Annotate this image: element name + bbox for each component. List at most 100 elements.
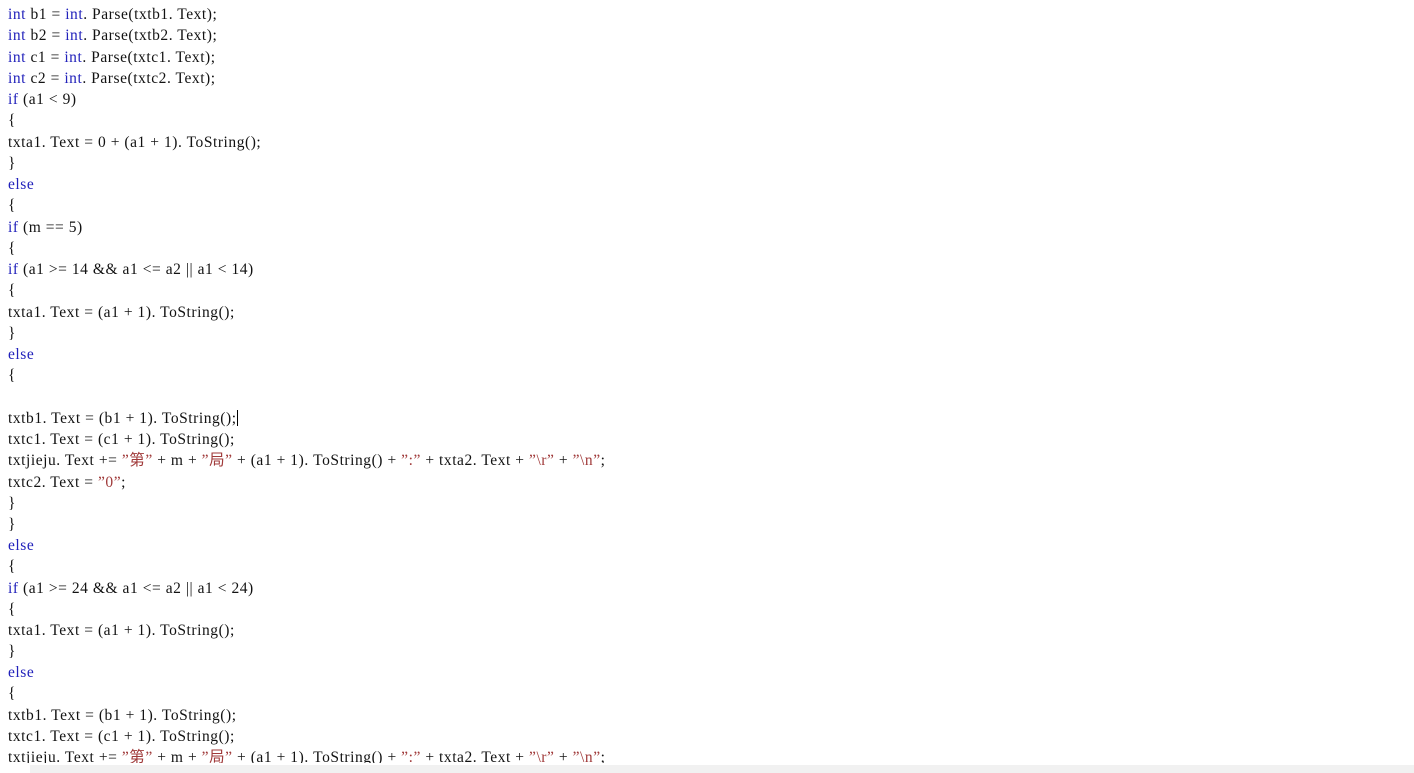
code-token: } [8,325,16,342]
string-literal-token: ”:” [401,749,421,763]
code-token: txtc2. Text = [8,474,98,491]
code-token: + [554,749,573,763]
code-line[interactable]: { [8,683,16,704]
code-line[interactable]: txtjieju. Text += ”第” + m + ”局” + (a1 + … [8,450,605,471]
code-line[interactable]: int b2 = int. Parse(txtb2. Text); [8,25,217,46]
code-token: } [8,155,16,172]
code-token: txtc1. Text = (c1 + 1). ToString(); [8,431,235,448]
code-token: txta1. Text = (a1 + 1). ToString(); [8,622,235,639]
keyword-token: else [8,346,35,363]
code-line[interactable]: if (a1 < 9) [8,89,77,110]
code-editor[interactable]: int b1 = int. Parse(txtb1. Text); int b2 … [0,0,1414,773]
code-token: ; [600,452,606,469]
code-token: . Parse(txtb2. Text); [83,27,218,44]
keyword-token: int [65,27,84,44]
keyword-token: int [64,49,83,66]
code-token: txtb1. Text = (b1 + 1). ToString(); [8,410,237,427]
code-line[interactable]: { [8,238,16,259]
string-literal-token: ”\r” [529,749,555,763]
code-line[interactable]: txtc2. Text = ”0”; [8,472,126,493]
keyword-token: else [8,664,35,681]
code-token: ; [121,474,127,491]
code-line[interactable]: } [8,493,16,514]
code-text-area[interactable]: int b1 = int. Parse(txtb1. Text); int b2 … [0,0,1414,763]
code-token: + (a1 + 1). ToString() + [232,749,402,763]
code-line[interactable]: } [8,323,16,344]
code-token: txta1. Text = 0 + (a1 + 1). ToString(); [8,134,262,151]
code-line[interactable]: txta1. Text = 0 + (a1 + 1). ToString(); [8,132,261,153]
string-literal-token: ”局” [201,452,233,469]
code-line[interactable]: if (m == 5) [8,217,83,238]
code-line[interactable]: txtb1. Text = (b1 + 1). ToString(); [8,408,238,429]
code-token: txtb1. Text = (b1 + 1). ToString(); [8,707,237,724]
keyword-token: int [8,49,27,66]
code-line[interactable]: txtc1. Text = (c1 + 1). ToString(); [8,429,235,450]
code-line-blank[interactable] [8,387,12,408]
code-line[interactable]: txtb1. Text = (b1 + 1). ToString(); [8,705,237,726]
code-line[interactable]: { [8,110,16,131]
code-token: + (a1 + 1). ToString() + [232,452,402,469]
code-line[interactable]: else [8,174,34,195]
code-line[interactable]: { [8,365,16,386]
keyword-token: int [8,6,27,23]
code-line[interactable]: } [8,153,16,174]
code-token: (a1 >= 14 && a1 <= a2 || a1 < 14) [18,261,254,278]
code-line[interactable]: txta1. Text = (a1 + 1). ToString(); [8,620,235,641]
code-token: { [8,282,16,299]
code-line[interactable]: txtc1. Text = (c1 + 1). ToString(); [8,726,235,747]
code-token: + txta2. Text + [420,749,530,763]
code-token: txtjieju. Text += [8,452,122,469]
code-line[interactable]: int c2 = int. Parse(txtc2. Text); [8,68,216,89]
string-literal-token: ”第” [121,749,153,763]
code-line[interactable]: else [8,662,34,683]
code-line[interactable]: } [8,641,16,662]
code-token: } [8,643,16,660]
code-token: } [8,495,16,512]
code-line[interactable]: if (a1 >= 24 && a1 <= a2 || a1 < 24) [8,578,254,599]
code-token: txtjieju. Text += [8,749,122,763]
keyword-token: if [8,91,19,108]
code-line[interactable]: { [8,280,16,301]
horizontal-scrollbar[interactable] [0,763,1414,773]
code-token: c2 = [26,70,65,87]
keyword-token: else [8,176,35,193]
code-line[interactable]: { [8,556,16,577]
keyword-token: int [64,70,83,87]
code-token: { [8,197,16,214]
string-literal-token: ”\n” [572,749,601,763]
code-line[interactable]: } [8,514,16,535]
string-literal-token: ”0” [97,474,122,491]
string-literal-token: ”第” [121,452,153,469]
code-token: { [8,685,16,702]
code-line[interactable]: else [8,535,34,556]
code-token: txtc1. Text = (c1 + 1). ToString(); [8,728,235,745]
keyword-token: int [65,6,84,23]
horizontal-scrollbar-track[interactable] [30,765,1414,773]
keyword-token: if [8,261,19,278]
string-literal-token: ”\r” [529,452,555,469]
code-line[interactable]: { [8,195,16,216]
code-line[interactable]: txta1. Text = (a1 + 1). ToString(); [8,302,235,323]
code-line[interactable]: if (a1 >= 14 && a1 <= a2 || a1 < 14) [8,259,254,280]
code-token: ; [600,749,606,763]
code-token: (m == 5) [18,219,83,236]
code-token: txta1. Text = (a1 + 1). ToString(); [8,304,235,321]
code-token: b2 = [26,27,66,44]
text-caret [236,410,238,426]
code-line[interactable]: int c1 = int. Parse(txtc1. Text); [8,47,216,68]
keyword-token: else [8,537,35,554]
code-line[interactable]: int b1 = int. Parse(txtb1. Text); [8,4,217,25]
code-line[interactable]: txtjieju. Text += ”第” + m + ”局” + (a1 + … [8,747,605,763]
code-token: c1 = [26,49,65,66]
string-literal-token: ”\n” [572,452,601,469]
code-token: { [8,367,16,384]
keyword-token: if [8,580,19,597]
code-token: . Parse(txtb1. Text); [83,6,218,23]
code-token: . Parse(txtc2. Text); [82,70,216,87]
code-token: + m + [152,749,202,763]
string-literal-token: ”局” [201,749,233,763]
code-line[interactable]: else [8,344,34,365]
code-line[interactable]: { [8,599,16,620]
code-token: } [8,516,16,533]
code-token: { [8,240,16,257]
